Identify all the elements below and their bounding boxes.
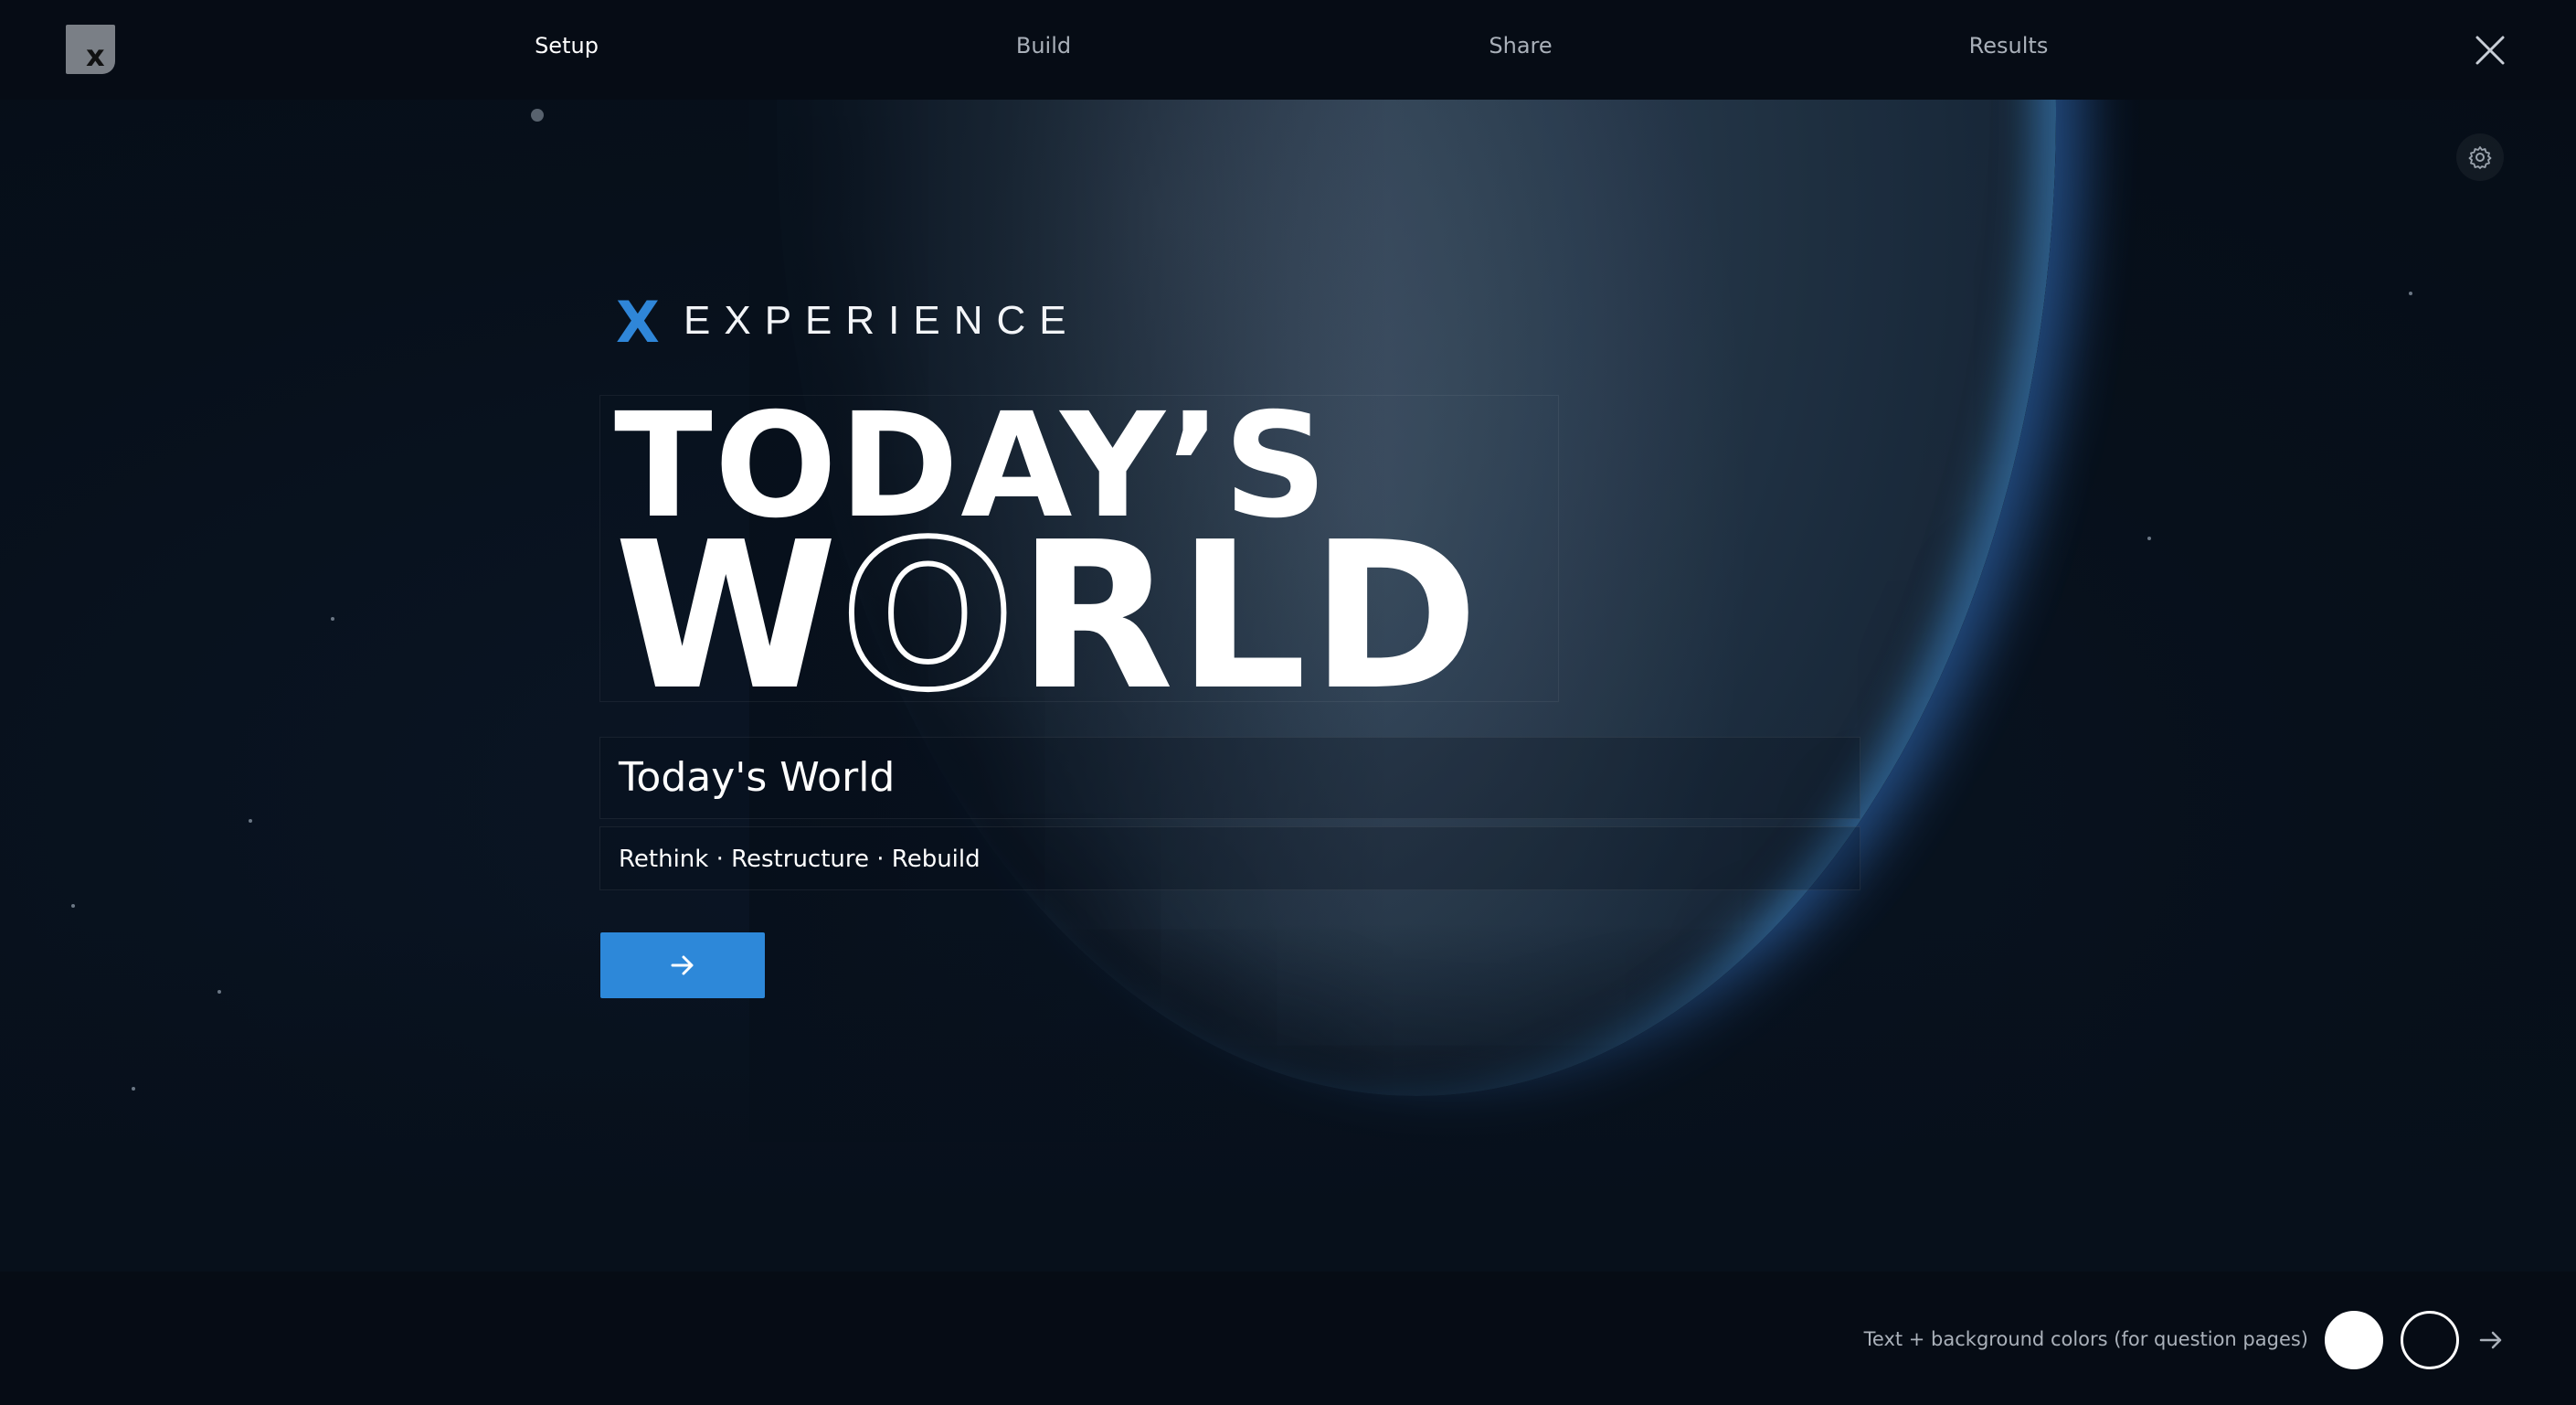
tab-results[interactable]: Results [1969,33,2049,66]
top-navigation: x Setup Build Share Results [0,0,2576,100]
star [331,617,334,621]
next-page-button[interactable] [2477,1326,2505,1354]
star [217,990,221,994]
logo-letter: x [86,38,105,73]
star [531,109,544,122]
title-line-2-end: RLD [1017,499,1483,735]
arrow-right-icon [2479,1331,2502,1349]
cover-title-text: Today's World [619,754,896,801]
start-button[interactable] [600,932,765,998]
title-line-2: WORLD [614,496,1483,738]
tab-build[interactable]: Build [1016,33,1071,66]
gear-icon [2468,146,2492,169]
star [2147,537,2151,540]
brand-mark: X [616,289,660,356]
star [132,1087,135,1091]
cover-subtitle-field[interactable]: Rethink · Restructure · Rebuild [599,826,1860,890]
star [249,819,252,823]
star [2409,292,2412,295]
cover-subtitle-text: Rethink · Restructure · Rebuild [619,846,981,873]
settings-button[interactable] [2456,133,2504,181]
colors-label: Text + background colors (for question p… [1863,1328,2308,1350]
tab-share[interactable]: Share [1489,33,1552,66]
background-color-swatch[interactable] [2401,1311,2459,1369]
title-line-2-start: W [614,499,842,735]
brand-word: EXPERIENCE [684,298,1080,343]
tab-setup[interactable]: Setup [535,33,599,66]
logo-icon[interactable]: x [66,25,115,74]
arrow-right-icon [671,955,694,975]
title-ring-letter: O [839,496,1018,738]
bottom-toolbar: Text + background colors (for question p… [0,1272,2576,1405]
star [71,904,75,908]
close-icon[interactable] [2475,35,2506,66]
text-color-swatch[interactable] [2325,1311,2383,1369]
background-vignette [0,922,2576,1272]
experience-editor: x Setup Build Share Results X EXPERIENCE [0,0,2576,1405]
cover-title-field[interactable]: Today's World [599,737,1860,819]
